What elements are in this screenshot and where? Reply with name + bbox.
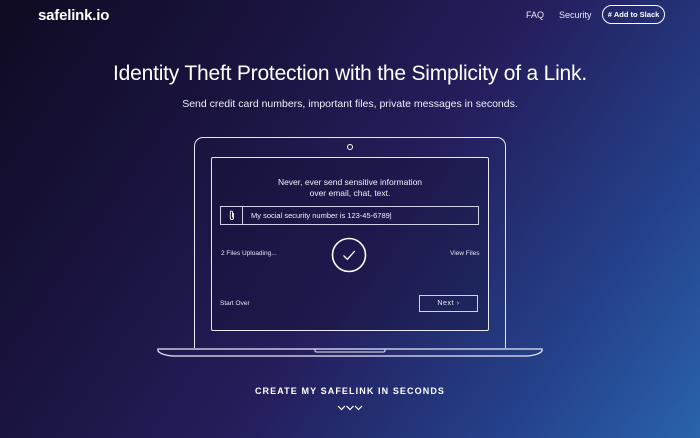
upload-status: 2 Files Uploading... (221, 250, 277, 257)
top-nav: safelink.io FAQ Security # Add to Slack (0, 0, 700, 34)
next-button[interactable]: Next › (419, 295, 478, 312)
message-text[interactable]: My social security number is 123-45-6789… (251, 211, 392, 220)
camera-dot-icon (347, 144, 353, 150)
add-to-slack-button[interactable]: # Add to Slack (602, 5, 665, 24)
paperclip-icon (229, 210, 234, 220)
slack-hash-icon: # (607, 10, 612, 19)
nav-link-faq[interactable]: FAQ (526, 10, 544, 20)
prompt-line-1: Never, ever send sensitive information (277, 177, 423, 187)
start-over-link[interactable]: Start Over (220, 300, 250, 307)
nav-link-security[interactable]: Security (559, 10, 592, 20)
attach-button[interactable] (221, 207, 243, 224)
logo[interactable]: safelink.io (38, 7, 109, 24)
add-to-slack-label: Add to Slack (613, 10, 660, 19)
checkmark-circle-icon (331, 237, 367, 273)
create-safelink-cta[interactable]: CREATE MY SAFELINK IN SECONDS (0, 386, 700, 396)
hero-title: Identity Theft Protection with the Simpl… (113, 62, 587, 85)
message-input[interactable]: My social security number is 123-45-6789… (220, 206, 479, 225)
demo-prompt: Never, ever send sensitive information o… (211, 177, 489, 199)
prompt-line-2: over email, chat, text. (309, 188, 391, 198)
hero-subtitle: Send credit card numbers, important file… (182, 98, 518, 110)
laptop-base (157, 348, 543, 357)
triple-chevron-down-icon[interactable] (337, 404, 363, 412)
view-files-link[interactable]: View Files (450, 250, 480, 257)
